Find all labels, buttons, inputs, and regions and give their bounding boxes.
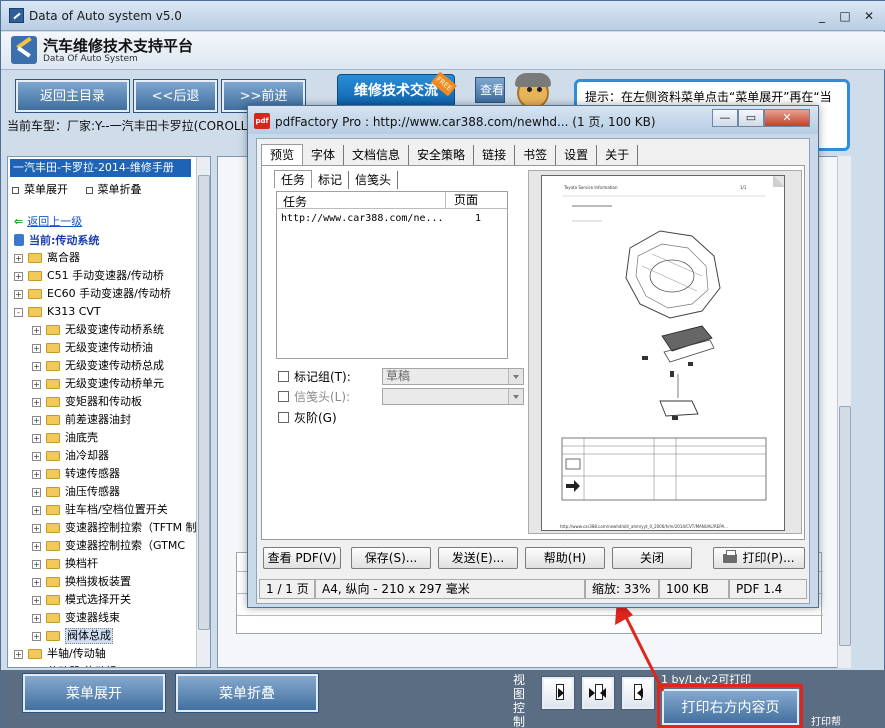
job-list: 任务 页面 http://www.car388.com/ne... 1 — [276, 191, 508, 359]
preview-page: Toyota Service Information 1/1 http://ww… — [541, 175, 785, 531]
tab-0[interactable]: 预览 — [261, 144, 304, 166]
grayscale-checkbox[interactable] — [278, 412, 289, 423]
pdffactory-dialog: pdf pdfFactory Pro : http://www.car388.c… — [247, 105, 819, 608]
dialog-body: 预览 字体 文档信息 安全策略 链接 书签 设置 关于 任务 标记 信笺头 任务 页面 http:… — [256, 138, 810, 604]
subtab-2[interactable]: 信笺头 — [349, 171, 399, 189]
tab-3[interactable]: 安全策略 — [409, 145, 475, 165]
mark-group-option: 标记组(T): 草稿 — [278, 368, 524, 386]
job-subtabs: 任务 标记 信笺头 — [274, 170, 399, 189]
col-job[interactable]: 任务 — [283, 193, 307, 210]
tab-2[interactable]: 文档信息 — [344, 145, 410, 165]
pdf-icon: pdf — [254, 113, 270, 129]
dialog-tabs: 预览 字体 文档信息 安全策略 链接 书签 设置 关于 — [261, 143, 639, 166]
dialog-title-bar: pdf pdfFactory Pro : http://www.car388.c… — [248, 106, 818, 134]
status-bar: 1 / 1 页 A4, 纵向 - 210 x 297 毫米 缩放: 33% 10… — [259, 577, 807, 601]
dialog-close-button[interactable]: ✕ — [764, 109, 810, 127]
chevron-down-icon — [508, 369, 523, 384]
preview-footer: http://www.car388.com/newhd/olit_ahm/yyt… — [560, 524, 728, 529]
job-pages: 1 — [475, 213, 482, 224]
dialog-minimize-button[interactable]: — — [712, 109, 738, 127]
col-pages[interactable]: 页面 — [445, 192, 507, 209]
tab-7[interactable]: 关于 — [597, 145, 639, 165]
dialog-title: pdfFactory Pro : http://www.car388.com/n… — [275, 115, 656, 129]
subtab-1[interactable]: 标记 — [312, 171, 350, 189]
grayscale-option: 灰阶(G) — [278, 409, 337, 427]
tab-4[interactable]: 链接 — [474, 145, 516, 165]
status-page: 1 / 1 页 — [259, 579, 315, 599]
letterhead-option: 信笺头(L): — [278, 388, 524, 406]
mark-group-checkbox[interactable] — [278, 371, 289, 382]
tab-1[interactable]: 字体 — [303, 145, 345, 165]
letterhead-checkbox[interactable] — [278, 391, 289, 402]
save-button[interactable]: 保存(S)... — [351, 547, 431, 569]
status-zoom: 缩放: 33% — [585, 579, 659, 599]
page-preview: Toyota Service Information 1/1 http://ww… — [528, 170, 802, 534]
close-dialog-button[interactable]: 关闭 — [612, 547, 692, 569]
status-size: 100 KB — [659, 579, 729, 599]
transmission-diagram — [561, 195, 767, 501]
red-arrow-shaft — [621, 610, 665, 692]
tab-6[interactable]: 设置 — [556, 145, 598, 165]
preview-tab-page: 任务 标记 信笺头 任务 页面 http://www.car388.com/ne..… — [261, 165, 805, 540]
view-pdf-button[interactable]: 查看 PDF(V) — [263, 547, 341, 569]
main-window: Data of Auto system v5.0 _ □ ✕ 汽车维修技术支持平… — [0, 0, 885, 728]
subtab-0[interactable]: 任务 — [274, 170, 313, 188]
job-list-header: 任务 页面 — [277, 192, 507, 209]
tab-5[interactable]: 书签 — [515, 145, 557, 165]
printer-icon — [723, 550, 738, 563]
print-button[interactable]: 打印(P)... — [713, 547, 805, 569]
mark-group-select[interactable]: 草稿 — [382, 368, 524, 385]
status-paper: A4, 纵向 - 210 x 297 毫米 — [315, 579, 585, 599]
job-row[interactable]: http://www.car388.com/ne... 1 — [277, 211, 507, 227]
send-button[interactable]: 发送(E)... — [438, 547, 518, 569]
job-url: http://www.car388.com/ne... — [281, 213, 444, 224]
dialog-maximize-button[interactable]: ▭ — [738, 109, 764, 127]
status-pdf-version: PDF 1.4 — [729, 579, 807, 599]
help-button[interactable]: 帮助(H) — [525, 547, 605, 569]
chevron-down-icon — [508, 389, 523, 404]
letterhead-select[interactable] — [382, 388, 524, 405]
